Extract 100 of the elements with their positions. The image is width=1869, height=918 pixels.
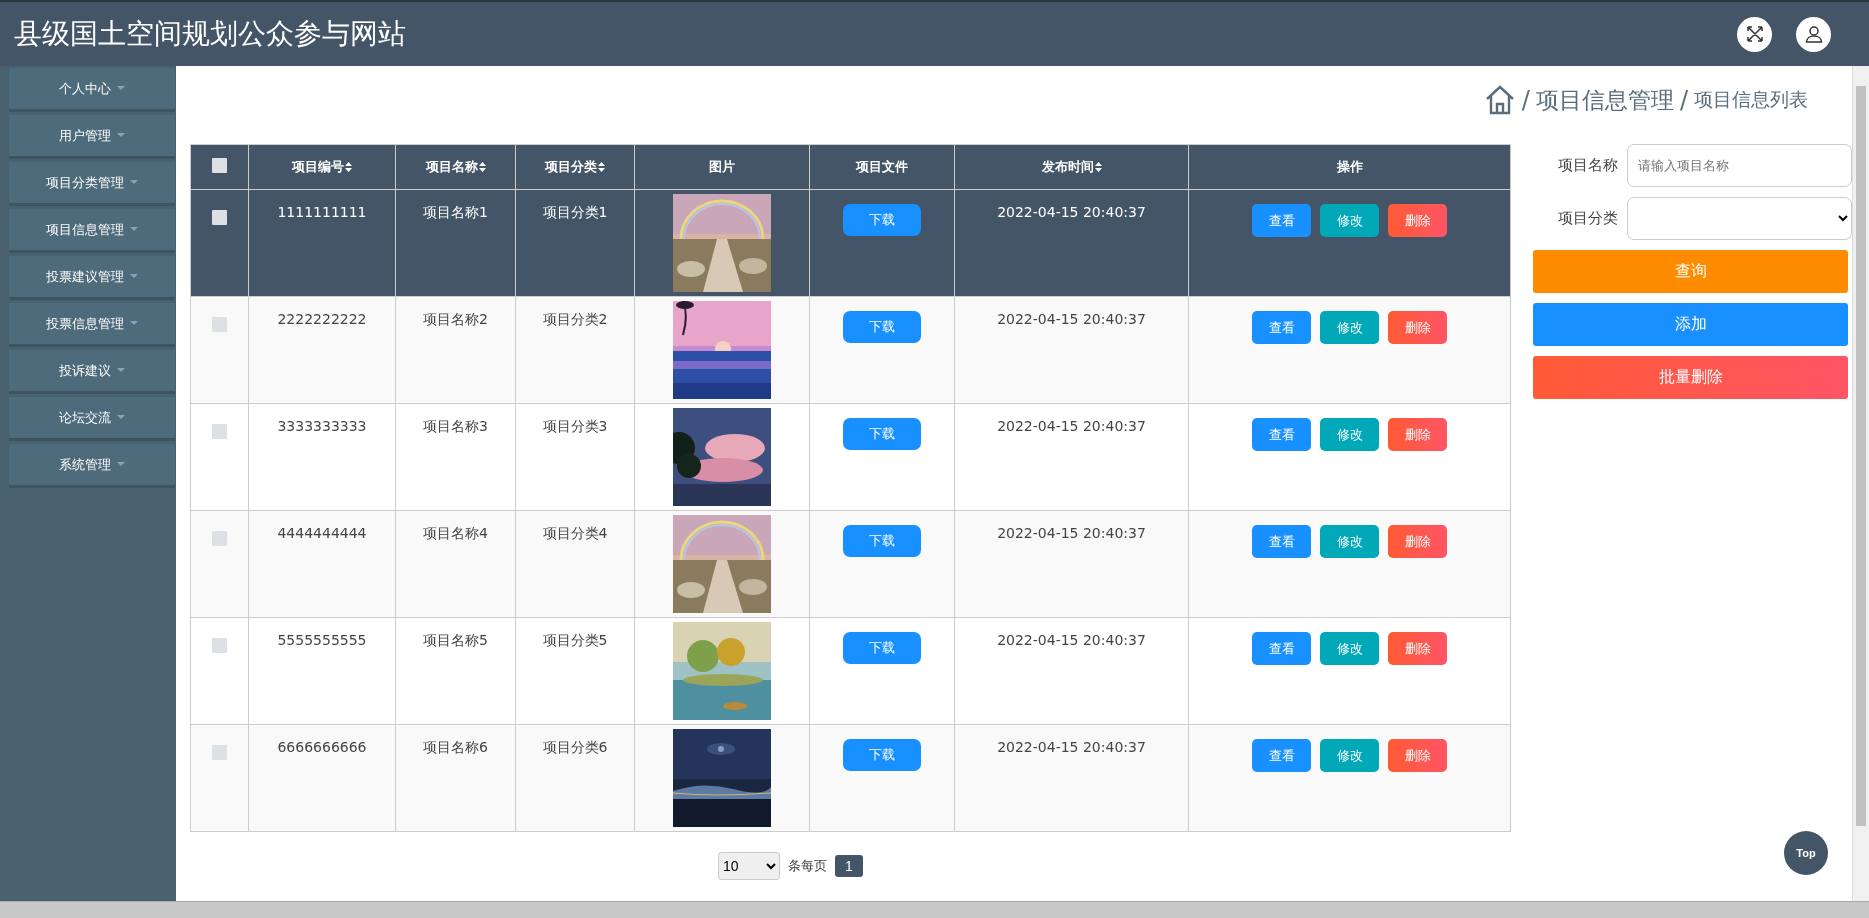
edit-button[interactable]: 修改 <box>1320 204 1379 237</box>
row-checkbox[interactable] <box>212 424 227 439</box>
download-button[interactable]: 下载 <box>843 632 921 664</box>
sidebar-item[interactable]: 论坛交流 <box>9 397 175 441</box>
table-cell: 项目分类4 <box>542 525 608 541</box>
download-button[interactable]: 下载 <box>843 739 921 771</box>
table-cell: 项目分类6 <box>542 739 608 755</box>
table-cell: 3333333333 <box>277 418 367 434</box>
download-button[interactable]: 下载 <box>843 418 921 450</box>
field-label: 项目名称 <box>1557 156 1618 175</box>
delete-button[interactable]: 删除 <box>1388 311 1447 344</box>
table-row[interactable]: 3333333333 项目名称3 项目分类3 下载 2022-04-15 20:40:37 查看 修改 删除 <box>190 403 1511 511</box>
row-checkbox[interactable] <box>212 531 227 546</box>
view-button[interactable]: 查看 <box>1252 418 1311 451</box>
row-checkbox[interactable] <box>212 210 227 225</box>
batch-delete-button[interactable]: 批量删除 <box>1533 356 1848 399</box>
horizontal-scrollbar[interactable] <box>0 901 1869 918</box>
table-cell: 5555555555 <box>277 632 367 648</box>
view-button[interactable]: 查看 <box>1252 739 1311 772</box>
sidebar-item[interactable]: 个人中心 <box>9 68 175 112</box>
row-checkbox[interactable] <box>212 317 227 332</box>
delete-button[interactable]: 删除 <box>1388 204 1447 237</box>
caret-icon <box>117 415 125 420</box>
sidebar-item[interactable]: 用户管理 <box>9 115 175 159</box>
page-button[interactable]: 1 <box>835 855 863 877</box>
breadcrumb-separator: / <box>1521 86 1530 114</box>
breadcrumb-separator: / <box>1679 86 1688 114</box>
column-header[interactable]: 发布时间 <box>954 144 1189 190</box>
edit-button[interactable]: 修改 <box>1320 311 1379 344</box>
edit-button[interactable]: 修改 <box>1320 525 1379 558</box>
download-button[interactable]: 下载 <box>843 311 921 343</box>
delete-button[interactable]: 删除 <box>1388 739 1447 772</box>
column-header[interactable]: 图片 <box>634 144 810 190</box>
table-cell: 2022-04-15 20:40:37 <box>997 739 1146 755</box>
edit-button[interactable]: 修改 <box>1320 418 1379 451</box>
fullscreen-icon[interactable] <box>1737 16 1772 52</box>
table-cell: 项目分类5 <box>542 632 608 648</box>
sort-icon[interactable] <box>1094 162 1102 172</box>
table-row[interactable]: 6666666666 项目名称6 项目分类6 下载 2022-04-15 20:40:37 查看 修改 删除 <box>190 724 1511 832</box>
select-all-checkbox[interactable] <box>212 158 227 173</box>
caret-icon <box>117 86 125 91</box>
table-cell: 项目名称1 <box>423 204 488 220</box>
table-row[interactable]: 5555555555 项目名称5 项目分类5 下载 2022-04-15 20:40:37 查看 修改 删除 <box>190 617 1511 725</box>
column-header[interactable]: 操作 <box>1188 144 1511 190</box>
view-button[interactable]: 查看 <box>1252 311 1311 344</box>
column-header[interactable]: 项目编号 <box>248 144 396 190</box>
page-size-select[interactable]: 10 <box>718 852 780 880</box>
delete-button[interactable]: 删除 <box>1388 418 1447 451</box>
query-button[interactable]: 查询 <box>1533 250 1848 293</box>
table-row[interactable]: 2222222222 项目名称2 项目分类2 下载 2022-04-15 20:40:37 查看 修改 删除 <box>190 296 1511 404</box>
column-header[interactable]: 项目名称 <box>395 144 516 190</box>
caret-icon <box>130 180 138 185</box>
per-page-label: 条每页 <box>788 857 827 875</box>
edit-button[interactable]: 修改 <box>1320 739 1379 772</box>
table-cell: 项目名称4 <box>423 525 488 541</box>
table-row[interactable]: 4444444444 项目名称4 项目分类4 下载 2022-04-15 20:40:37 查看 修改 删除 <box>190 510 1511 618</box>
sort-icon[interactable] <box>478 162 486 172</box>
sort-icon[interactable] <box>345 162 352 172</box>
view-button[interactable]: 查看 <box>1252 632 1311 665</box>
user-icon[interactable] <box>1796 16 1831 52</box>
table-row[interactable]: 1111111111 项目名称1 项目分类1 下载 2022-04-15 20:40:37 查看 修改 删除 <box>190 189 1511 297</box>
sidebar-item[interactable]: 投票建议管理 <box>9 256 175 300</box>
delete-button[interactable]: 删除 <box>1388 525 1447 558</box>
caret-icon <box>130 321 138 326</box>
caret-icon <box>117 368 125 373</box>
name-search-field[interactable]: 请输入项目名称 <box>1627 144 1852 187</box>
add-button[interactable]: 添加 <box>1533 303 1848 346</box>
table-cell: 2022-04-15 20:40:37 <box>997 204 1146 220</box>
table-cell: 项目分类2 <box>542 311 608 327</box>
download-button[interactable]: 下载 <box>843 204 921 236</box>
table-cell: 2222222222 <box>277 311 367 327</box>
sidebar-item[interactable]: 项目分类管理 <box>9 162 175 206</box>
edit-button[interactable]: 修改 <box>1320 632 1379 665</box>
back-to-top-button[interactable]: Top <box>1784 831 1828 875</box>
download-button[interactable]: 下载 <box>843 525 921 557</box>
row-checkbox[interactable] <box>212 638 227 653</box>
table-cell: 项目名称6 <box>423 739 488 755</box>
sort-icon[interactable] <box>598 162 605 172</box>
breadcrumb-link[interactable]: 项目信息管理 <box>1535 84 1674 116</box>
table-cell: 1111111111 <box>277 204 367 220</box>
view-button[interactable]: 查看 <box>1252 525 1311 558</box>
view-button[interactable]: 查看 <box>1252 204 1311 237</box>
table-cell: 项目分类3 <box>542 418 608 434</box>
delete-button[interactable]: 删除 <box>1388 632 1447 665</box>
sidebar-item[interactable]: 系统管理 <box>9 444 175 488</box>
column-header[interactable]: 项目文件 <box>809 144 955 190</box>
sidebar-item[interactable]: 项目信息管理 <box>9 209 175 253</box>
sidebar-item[interactable]: 投票信息管理 <box>9 303 175 347</box>
caret-icon <box>130 227 138 232</box>
caret-icon <box>130 274 138 279</box>
field-label: 项目分类 <box>1557 209 1618 228</box>
breadcrumb-current: 项目信息列表 <box>1694 87 1808 112</box>
table-cell: 项目分类1 <box>542 204 608 220</box>
category-select[interactable] <box>1627 197 1852 240</box>
caret-icon <box>117 462 125 467</box>
row-checkbox[interactable] <box>212 745 227 760</box>
vertical-scrollbar[interactable] <box>1852 66 1869 901</box>
sidebar-item[interactable]: 投诉建议 <box>9 350 175 394</box>
column-header[interactable]: 项目分类 <box>515 144 635 190</box>
site-title: 县级国土空间规划公众参与网站 <box>14 16 406 52</box>
